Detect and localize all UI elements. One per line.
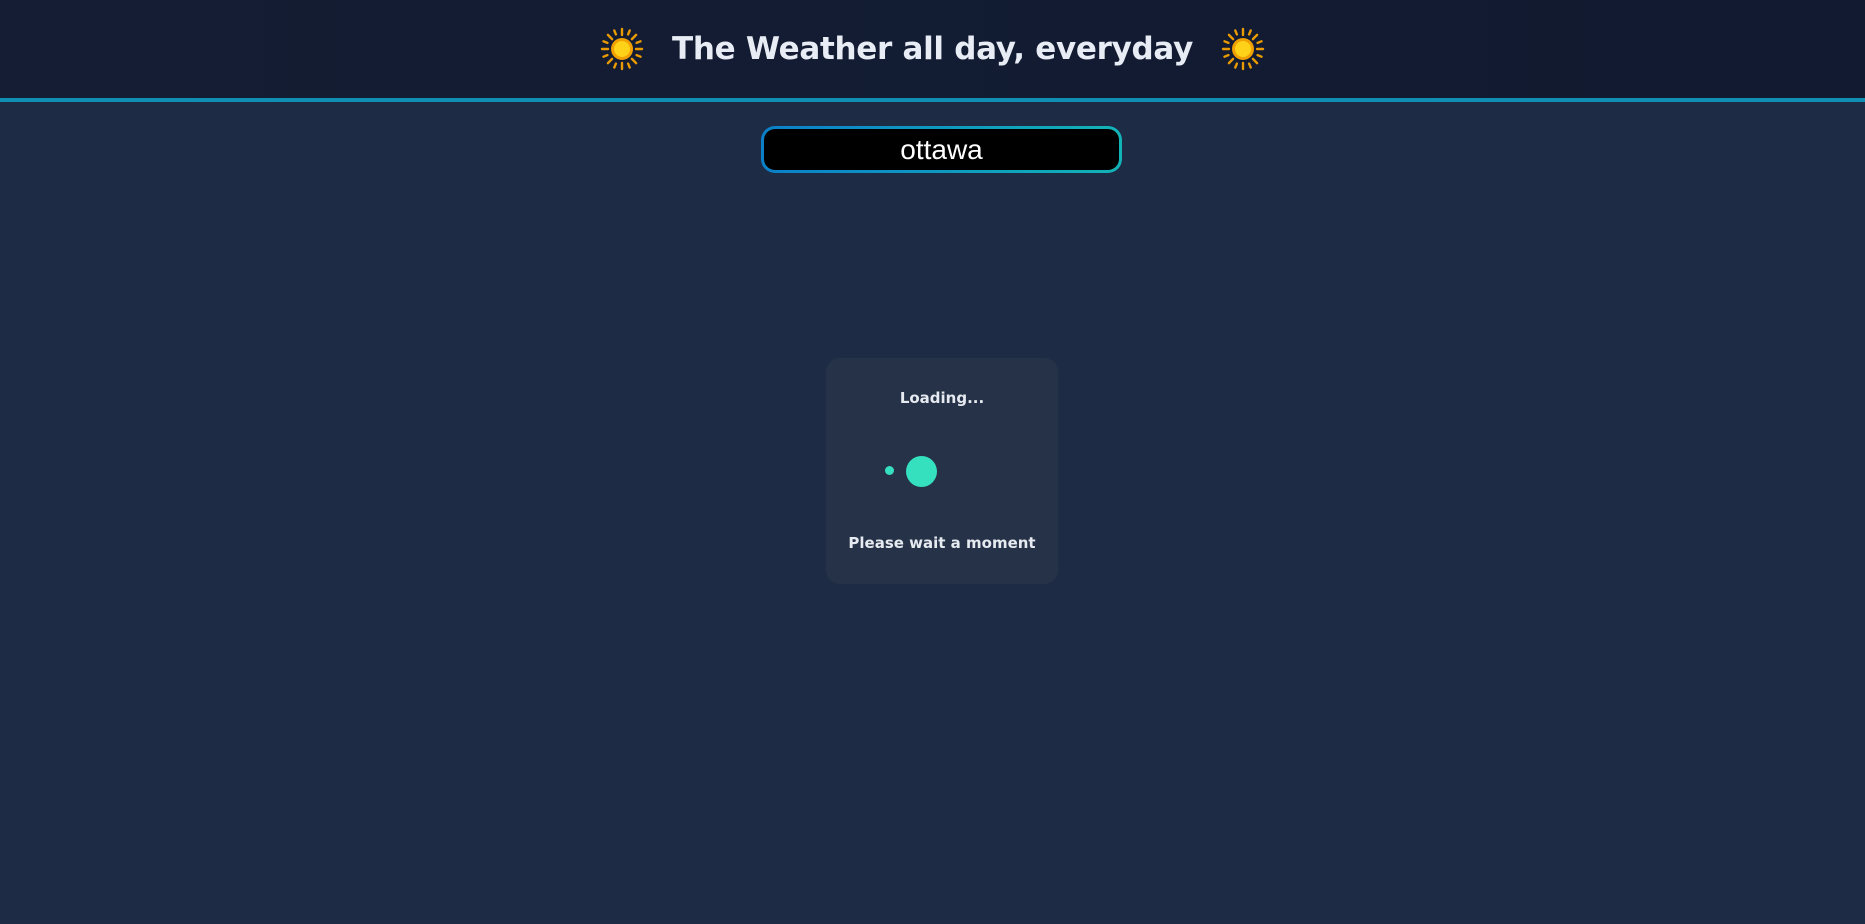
search-field-border [761,126,1122,173]
page-title: The Weather all day, everyday [672,31,1193,67]
loading-card: Loading... Please wait a moment [826,358,1058,584]
loading-dot-small [885,466,894,475]
loading-subtitle: Please wait a moment [848,534,1036,552]
sun-icon [1221,27,1265,71]
loading-dot-large [906,456,937,487]
city-search-input[interactable] [764,129,1119,170]
sun-icon [600,27,644,71]
app-header: The Weather all day, everyday [0,0,1865,102]
loading-title: Loading... [899,389,985,407]
